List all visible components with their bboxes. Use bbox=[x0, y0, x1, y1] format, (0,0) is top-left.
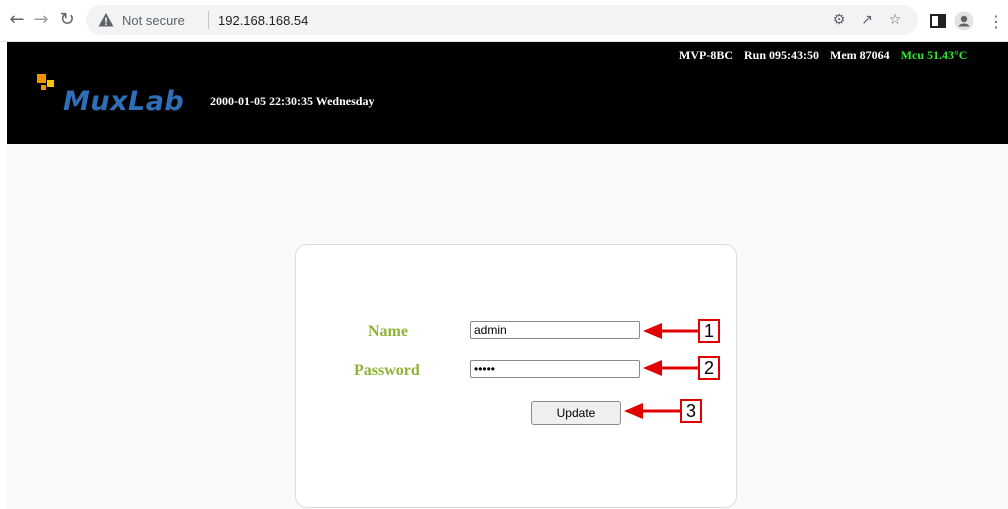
device-model: MVP-8BC bbox=[679, 48, 733, 62]
login-panel: Name Password Update bbox=[295, 244, 737, 508]
update-button[interactable]: Update bbox=[531, 401, 621, 425]
reload-icon[interactable]: ↻ bbox=[56, 9, 78, 31]
star-icon[interactable]: ☆ bbox=[886, 11, 904, 29]
back-arrow-icon[interactable]: ← bbox=[6, 9, 28, 31]
address-bar[interactable]: Not secure 192.168.168.54 ⚙ ↗ ☆ bbox=[86, 5, 918, 35]
logo-text: MuxLab bbox=[63, 86, 185, 117]
kebab-menu-icon[interactable]: ⋮ bbox=[986, 11, 1006, 31]
run-time: Run 095:43:50 bbox=[744, 48, 820, 62]
browser-toolbar: ← → ↻ Not secure 192.168.168.54 ⚙ ↗ ☆ ⋮ bbox=[0, 0, 1008, 42]
memory-status: Mem 87064 bbox=[830, 48, 890, 62]
mcu-temperature: Mcu 51.43°C bbox=[900, 48, 968, 62]
share-icon[interactable]: ↗ bbox=[858, 11, 876, 29]
header-banner: MuxLab 2000-01-05 22:30:35 Wednesday MVP… bbox=[7, 42, 1008, 144]
callout-1: 1 bbox=[698, 319, 720, 343]
warning-icon[interactable] bbox=[98, 12, 114, 28]
device-status: MVP-8BC Run 095:43:50 Mem 87064 Mcu 51.4… bbox=[679, 48, 975, 63]
url-separator bbox=[208, 11, 209, 29]
password-input[interactable] bbox=[470, 360, 640, 378]
password-label: Password bbox=[354, 362, 420, 379]
callout-2: 2 bbox=[698, 356, 720, 380]
device-datetime: 2000-01-05 22:30:35 Wednesday bbox=[210, 94, 375, 108]
callout-3: 3 bbox=[680, 399, 702, 423]
name-label: Name bbox=[368, 323, 408, 340]
key-icon[interactable]: ⚙ bbox=[830, 11, 848, 29]
side-panel-icon[interactable] bbox=[928, 11, 948, 31]
logo-mark-icon bbox=[37, 74, 54, 90]
muxlab-logo: MuxLab bbox=[35, 72, 185, 120]
profile-avatar-icon[interactable] bbox=[954, 11, 974, 31]
forward-arrow-icon[interactable]: → bbox=[30, 9, 52, 31]
not-secure-label[interactable]: Not secure bbox=[122, 13, 185, 28]
name-input[interactable] bbox=[470, 321, 640, 339]
page-content: Name Password Update bbox=[7, 144, 1008, 509]
url-text[interactable]: 192.168.168.54 bbox=[218, 13, 308, 28]
